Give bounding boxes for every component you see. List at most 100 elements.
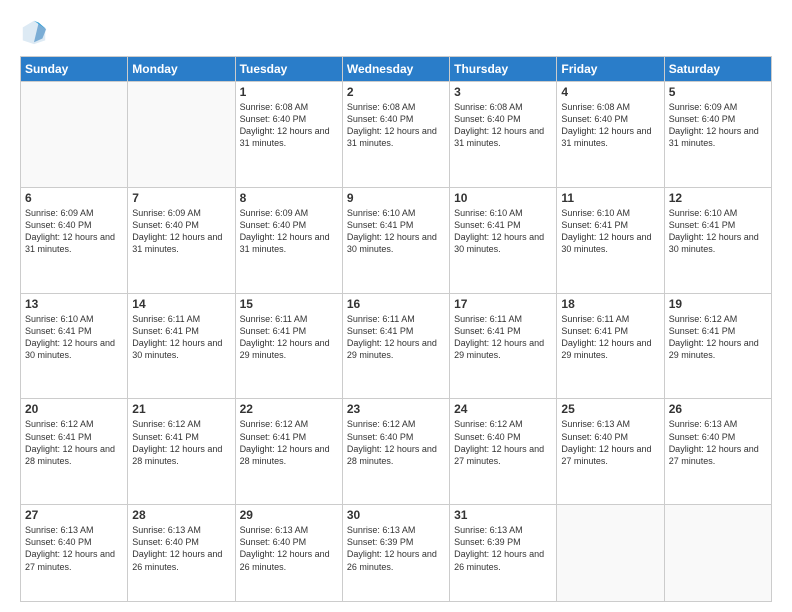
day-number: 25 xyxy=(561,402,659,416)
day-info: Sunrise: 6:11 AM Sunset: 6:41 PM Dayligh… xyxy=(454,313,552,362)
calendar-cell: 25Sunrise: 6:13 AM Sunset: 6:40 PM Dayli… xyxy=(557,399,664,505)
day-number: 21 xyxy=(132,402,230,416)
day-info: Sunrise: 6:10 AM Sunset: 6:41 PM Dayligh… xyxy=(347,207,445,256)
calendar-cell: 24 Sunrise: 6:12 AM Sunset: 6:40 PM Dayli… xyxy=(450,399,557,505)
calendar-cell: 9Sunrise: 6:10 AM Sunset: 6:41 PM Daylig… xyxy=(342,187,449,293)
day-number: 1 xyxy=(240,85,338,99)
day-number: 19 xyxy=(669,297,767,311)
day-number: 7 xyxy=(132,191,230,205)
day-number: 23 xyxy=(347,402,445,416)
day-info: Sunrise: 6:12 AM Sunset: 6:40 PM Dayligh… xyxy=(347,418,445,467)
day-number: 27 xyxy=(25,508,123,522)
calendar-week-row: 1 Sunrise: 6:08 AM Sunset: 6:40 PM Daylig… xyxy=(21,82,772,188)
day-number: 2 xyxy=(347,85,445,99)
calendar-cell: 19Sunrise: 6:12 AM Sunset: 6:41 PM Dayli… xyxy=(664,293,771,399)
day-number: 13 xyxy=(25,297,123,311)
day-number: 18 xyxy=(561,297,659,311)
day-info: Sunrise: 6:13 AM Sunset: 6:40 PM Dayligh… xyxy=(25,524,123,573)
day-info: Sunrise: 6:11 AM Sunset: 6:41 PM Dayligh… xyxy=(240,313,338,362)
day-number: 20 xyxy=(25,402,123,416)
day-info: Sunrise: 6:10 AM Sunset: 6:41 PM Dayligh… xyxy=(561,207,659,256)
page: SundayMondayTuesdayWednesdayThursdayFrid… xyxy=(0,0,792,612)
day-info: Sunrise: 6:09 AM Sunset: 6:40 PM Dayligh… xyxy=(669,101,767,150)
day-number: 10 xyxy=(454,191,552,205)
calendar-week-row: 20 Sunrise: 6:12 AM Sunset: 6:41 PM Dayli… xyxy=(21,399,772,505)
day-number: 31 xyxy=(454,508,552,522)
calendar-cell: 1 Sunrise: 6:08 AM Sunset: 6:40 PM Daylig… xyxy=(235,82,342,188)
day-info: Sunrise: 6:08 AM Sunset: 6:40 PM Dayligh… xyxy=(561,101,659,150)
day-info: Sunrise: 6:09 AM Sunset: 6:40 PM Dayligh… xyxy=(25,207,123,256)
calendar-cell: 4 Sunrise: 6:08 AM Sunset: 6:40 PM Daylig… xyxy=(557,82,664,188)
calendar-cell: 22 Sunrise: 6:12 AM Sunset: 6:41 PM Dayli… xyxy=(235,399,342,505)
day-info: Sunrise: 6:13 AM Sunset: 6:40 PM Dayligh… xyxy=(669,418,767,467)
day-number: 28 xyxy=(132,508,230,522)
day-info: Sunrise: 6:10 AM Sunset: 6:41 PM Dayligh… xyxy=(454,207,552,256)
calendar-cell: 14 Sunrise: 6:11 AM Sunset: 6:41 PM Dayli… xyxy=(128,293,235,399)
weekday-header: Sunday xyxy=(21,57,128,82)
day-info: Sunrise: 6:12 AM Sunset: 6:41 PM Dayligh… xyxy=(25,418,123,467)
weekday-header: Friday xyxy=(557,57,664,82)
logo-icon xyxy=(20,18,48,46)
calendar-cell: 31 Sunrise: 6:13 AM Sunset: 6:39 PM Dayli… xyxy=(450,505,557,602)
calendar-header: SundayMondayTuesdayWednesdayThursdayFrid… xyxy=(21,57,772,82)
calendar-cell: 27 Sunrise: 6:13 AM Sunset: 6:40 PM Dayli… xyxy=(21,505,128,602)
day-info: Sunrise: 6:08 AM Sunset: 6:40 PM Dayligh… xyxy=(454,101,552,150)
calendar-cell: 16Sunrise: 6:11 AM Sunset: 6:41 PM Dayli… xyxy=(342,293,449,399)
calendar-cell xyxy=(128,82,235,188)
calendar-cell: 11Sunrise: 6:10 AM Sunset: 6:41 PM Dayli… xyxy=(557,187,664,293)
calendar-cell xyxy=(21,82,128,188)
day-number: 22 xyxy=(240,402,338,416)
day-info: Sunrise: 6:08 AM Sunset: 6:40 PM Dayligh… xyxy=(347,101,445,150)
calendar-cell xyxy=(664,505,771,602)
weekday-header: Thursday xyxy=(450,57,557,82)
calendar-cell: 28 Sunrise: 6:13 AM Sunset: 6:40 PM Dayli… xyxy=(128,505,235,602)
calendar-cell: 15 Sunrise: 6:11 AM Sunset: 6:41 PM Dayli… xyxy=(235,293,342,399)
day-info: Sunrise: 6:12 AM Sunset: 6:40 PM Dayligh… xyxy=(454,418,552,467)
day-info: Sunrise: 6:13 AM Sunset: 6:40 PM Dayligh… xyxy=(132,524,230,573)
day-number: 15 xyxy=(240,297,338,311)
weekday-header: Monday xyxy=(128,57,235,82)
day-number: 6 xyxy=(25,191,123,205)
calendar-cell: 29Sunrise: 6:13 AM Sunset: 6:40 PM Dayli… xyxy=(235,505,342,602)
day-number: 12 xyxy=(669,191,767,205)
day-info: Sunrise: 6:10 AM Sunset: 6:41 PM Dayligh… xyxy=(25,313,123,362)
day-info: Sunrise: 6:12 AM Sunset: 6:41 PM Dayligh… xyxy=(132,418,230,467)
day-number: 30 xyxy=(347,508,445,522)
calendar-cell: 2 Sunrise: 6:08 AM Sunset: 6:40 PM Daylig… xyxy=(342,82,449,188)
calendar-cell: 23 Sunrise: 6:12 AM Sunset: 6:40 PM Dayli… xyxy=(342,399,449,505)
day-info: Sunrise: 6:09 AM Sunset: 6:40 PM Dayligh… xyxy=(240,207,338,256)
day-info: Sunrise: 6:08 AM Sunset: 6:40 PM Dayligh… xyxy=(240,101,338,150)
day-info: Sunrise: 6:11 AM Sunset: 6:41 PM Dayligh… xyxy=(561,313,659,362)
weekday-header: Tuesday xyxy=(235,57,342,82)
weekday-row: SundayMondayTuesdayWednesdayThursdayFrid… xyxy=(21,57,772,82)
calendar-week-row: 13 Sunrise: 6:10 AM Sunset: 6:41 PM Dayli… xyxy=(21,293,772,399)
day-info: Sunrise: 6:09 AM Sunset: 6:40 PM Dayligh… xyxy=(132,207,230,256)
logo xyxy=(20,18,52,46)
calendar-cell: 20 Sunrise: 6:12 AM Sunset: 6:41 PM Dayli… xyxy=(21,399,128,505)
day-info: Sunrise: 6:10 AM Sunset: 6:41 PM Dayligh… xyxy=(669,207,767,256)
day-info: Sunrise: 6:11 AM Sunset: 6:41 PM Dayligh… xyxy=(347,313,445,362)
header xyxy=(20,18,772,46)
calendar-cell: 8 Sunrise: 6:09 AM Sunset: 6:40 PM Daylig… xyxy=(235,187,342,293)
day-info: Sunrise: 6:11 AM Sunset: 6:41 PM Dayligh… xyxy=(132,313,230,362)
calendar-body: 1 Sunrise: 6:08 AM Sunset: 6:40 PM Daylig… xyxy=(21,82,772,602)
day-info: Sunrise: 6:13 AM Sunset: 6:39 PM Dayligh… xyxy=(347,524,445,573)
calendar-cell: 6 Sunrise: 6:09 AM Sunset: 6:40 PM Daylig… xyxy=(21,187,128,293)
calendar-cell: 26 Sunrise: 6:13 AM Sunset: 6:40 PM Dayli… xyxy=(664,399,771,505)
day-number: 29 xyxy=(240,508,338,522)
day-number: 26 xyxy=(669,402,767,416)
day-number: 4 xyxy=(561,85,659,99)
calendar-cell: 3Sunrise: 6:08 AM Sunset: 6:40 PM Daylig… xyxy=(450,82,557,188)
calendar-week-row: 6 Sunrise: 6:09 AM Sunset: 6:40 PM Daylig… xyxy=(21,187,772,293)
day-number: 14 xyxy=(132,297,230,311)
day-info: Sunrise: 6:12 AM Sunset: 6:41 PM Dayligh… xyxy=(240,418,338,467)
calendar-cell: 13 Sunrise: 6:10 AM Sunset: 6:41 PM Dayli… xyxy=(21,293,128,399)
day-info: Sunrise: 6:13 AM Sunset: 6:39 PM Dayligh… xyxy=(454,524,552,573)
weekday-header: Wednesday xyxy=(342,57,449,82)
calendar-cell: 21 Sunrise: 6:12 AM Sunset: 6:41 PM Dayli… xyxy=(128,399,235,505)
calendar-table: SundayMondayTuesdayWednesdayThursdayFrid… xyxy=(20,56,772,602)
calendar-cell: 7 Sunrise: 6:09 AM Sunset: 6:40 PM Daylig… xyxy=(128,187,235,293)
day-number: 8 xyxy=(240,191,338,205)
day-number: 17 xyxy=(454,297,552,311)
day-number: 24 xyxy=(454,402,552,416)
